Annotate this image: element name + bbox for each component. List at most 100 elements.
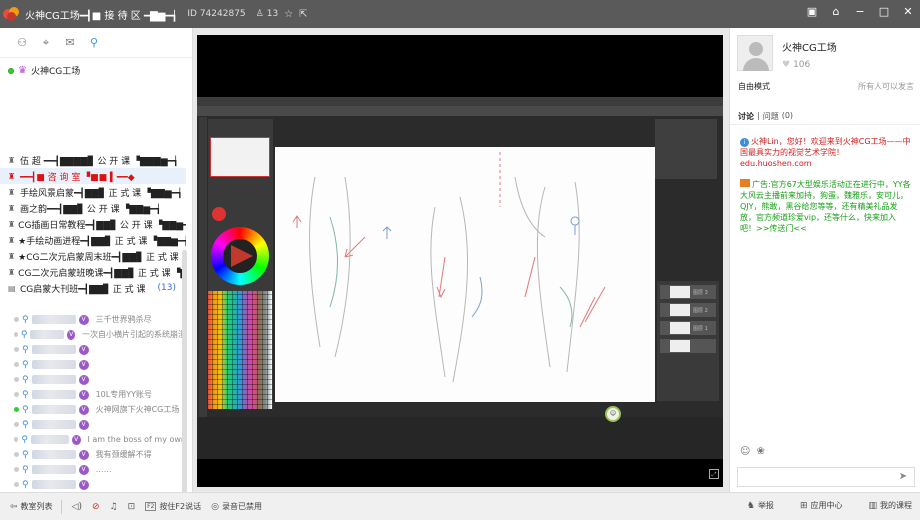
layer-name: 图层 2 bbox=[693, 307, 708, 314]
subchannel-list: ♜ 伍 超 ━━┫▇▇▇▇▊ 公 开 课 ▝▇▇▇▆━┪ ♜ ━━┫■ 咨 询 室 ▝… bbox=[0, 152, 186, 296]
channel-name: 火神CG工场 bbox=[30, 67, 81, 77]
speaker-button[interactable]: ◁) bbox=[72, 502, 82, 512]
subchannel-item[interactable]: ♜ ★手绘动画进程━┫▇▇▊ 正 式 课 ▝▇▇▆━┪ bbox=[0, 232, 186, 248]
subchannel-item[interactable]: ♜ 伍 超 ━━┫▇▇▇▇▊ 公 开 课 ▝▇▇▇▆━┪ bbox=[0, 152, 186, 168]
subchannel-label: ━━┫■ 咨 询 室 ▝■■ ▍━━◆ bbox=[20, 172, 135, 183]
user-item[interactable]: ⚲ V I am the boss of my own bbox=[0, 432, 186, 447]
share-icon[interactable]: ⇱ bbox=[299, 9, 307, 20]
subchannel-item[interactable]: ♜ CG插画日常教程━┫▇▇▊ 公 开 课 ▝▇▇▆━┪ bbox=[0, 216, 186, 232]
recording-icon: ◎ bbox=[211, 501, 219, 512]
tab-discuss[interactable]: 讨论 bbox=[738, 111, 754, 122]
chat-messages: i 火神Lin，您好！欢迎来到火神CG工场——中国最具实力的视觉艺术学院！edu.… bbox=[740, 136, 912, 234]
ps-layers-panel: 图层 3 图层 2 图层 1 bbox=[657, 281, 719, 401]
room-title: 火神CG工场━┫■ 接 待 区 ━▇▆━┪ bbox=[25, 10, 178, 22]
color-wheel-icon bbox=[211, 227, 269, 285]
music-icon: ♫ bbox=[109, 501, 118, 512]
star-icon[interactable]: ☆ bbox=[284, 9, 293, 20]
subchannel-item[interactable]: ▤ CG启蒙大刊班━┫▇▇▊ 正 式 课 (13) bbox=[0, 280, 186, 296]
subchannel-item[interactable]: ♜★CG二次元启蒙周末班━┫▇▇▊ 正 式 课 ▝▇▇▆━┪ bbox=[0, 248, 186, 264]
mode-label[interactable]: 自由模式 bbox=[738, 81, 770, 92]
skin-icon[interactable]: ⌂ bbox=[830, 6, 842, 18]
user-icon: ⚲ bbox=[22, 359, 29, 370]
user-nickname-blurred bbox=[30, 330, 65, 339]
user-item[interactable]: ⚲ V 一次自小横片引起的系统崩溃 bbox=[0, 327, 186, 342]
user-item[interactable]: ⚲ V …… bbox=[0, 462, 186, 477]
subchannel-item[interactable]: ♜ 画之韵━━┫▇▇▊ 公 开 课 ▝▇▇▆━┪ bbox=[0, 200, 186, 216]
report-button[interactable]: ♞ 举报 bbox=[747, 500, 774, 511]
record-button[interactable]: ⊡ bbox=[128, 502, 136, 512]
user-item[interactable]: ⚲V bbox=[0, 342, 186, 357]
status-dot bbox=[14, 452, 19, 457]
ad-icon bbox=[740, 179, 750, 187]
user-icon: ⚲ bbox=[22, 449, 29, 460]
vip-badge-icon: V bbox=[78, 419, 89, 430]
recording-status[interactable]: ◎ 录音已禁用 bbox=[211, 501, 262, 512]
ps-toolbox bbox=[199, 117, 207, 417]
my-courses-button[interactable]: ▥ 我的课程 bbox=[868, 500, 912, 511]
room-icon: ♜ bbox=[8, 235, 16, 245]
subchannel-item[interactable]: ♜ 手绘风景启蒙━┫▇▇▊ 正 式 课 ▝▇▇▆━┪ bbox=[0, 184, 186, 200]
members-icon[interactable]: ⚇ bbox=[15, 36, 29, 49]
search-icon[interactable]: ⚲ bbox=[87, 36, 101, 49]
channel-toolbar: ⚇ ⌖ ✉ ⚲ bbox=[0, 28, 192, 58]
user-item[interactable]: ⚲ V 10L专用YY账号 bbox=[0, 387, 186, 402]
question-count: (0) bbox=[781, 111, 794, 120]
fullscreen-icon[interactable]: ⤢ bbox=[709, 469, 719, 479]
user-signature: 火神网旗下火神CG工场 bbox=[95, 405, 180, 414]
likes-count[interactable]: ♥ 106 bbox=[782, 60, 810, 70]
music-button[interactable]: ♫ bbox=[110, 502, 118, 512]
user-signature: 我有颈缓解不得 bbox=[95, 450, 152, 459]
message-icon[interactable]: ✉ bbox=[63, 36, 77, 49]
layer-name: 图层 1 bbox=[693, 325, 708, 332]
minimize-button[interactable]: − bbox=[854, 6, 866, 18]
presenter-badge-icon[interactable]: ☺ bbox=[605, 406, 621, 422]
ps-foreground-swatch bbox=[212, 207, 226, 221]
ps-menubar bbox=[197, 97, 723, 106]
flower-icon[interactable]: ❀ bbox=[756, 446, 764, 457]
user-item[interactable]: ⚲V bbox=[0, 357, 186, 372]
user-item[interactable]: ⚲V bbox=[0, 372, 186, 387]
send-icon[interactable]: ➤ bbox=[895, 469, 911, 485]
video-stage[interactable]: 图层 3 图层 2 图层 1 ☺ ⤢ bbox=[197, 35, 723, 487]
vip-badge-icon: V bbox=[78, 479, 89, 490]
folder-icon: ▤ bbox=[8, 283, 16, 293]
ps-bottom-area bbox=[197, 417, 723, 459]
bottom-bar: ⇦ 教室列表 ◁) ⊘ ♫ ⊡ F2 按住F2说话 ◎ 录音已禁用 ♞ 举报 ⊞ 应用中心… bbox=[0, 492, 920, 520]
channel-root-item[interactable]: ♛ 火神CG工场 bbox=[8, 64, 192, 77]
press-f2-button[interactable]: F2 按住F2说话 bbox=[145, 501, 201, 512]
ad-message: 广告:官方67大型娱乐活动正在进行中，YY各大风云主播前来加持，狗蛋，魏雅乐，安… bbox=[740, 179, 911, 233]
maximize-button[interactable]: □ bbox=[878, 6, 890, 18]
layer-name: 图层 3 bbox=[693, 289, 708, 296]
room-icon: ♜ bbox=[8, 155, 16, 165]
user-item[interactable]: ⚲V bbox=[0, 417, 186, 432]
emoji-icon[interactable]: ☺ bbox=[740, 446, 750, 457]
subchannel-item[interactable]: ♜ ━━┫■ 咨 询 室 ▝■■ ▍━━◆ bbox=[0, 168, 186, 184]
classroom-list-button[interactable]: ⇦ 教室列表 bbox=[10, 501, 53, 512]
tab-question[interactable]: 问题 bbox=[763, 111, 779, 122]
host-avatar[interactable] bbox=[737, 35, 773, 71]
user-signature: 三千世界鸦杀尽 bbox=[95, 315, 152, 324]
user-nickname-blurred bbox=[31, 405, 76, 414]
leg-sketch-drawing bbox=[292, 152, 606, 383]
subchannel-item[interactable]: ♜CG二次元启蒙班晚课━┫▇▇▊ 正 式 课 ▝▇▇▆━┪ bbox=[0, 264, 186, 280]
user-item[interactable]: ⚲ V 我有颈缓解不得 bbox=[0, 447, 186, 462]
status-dot bbox=[14, 467, 19, 472]
status-dot bbox=[14, 482, 19, 487]
user-list-scrollbar[interactable] bbox=[182, 250, 187, 505]
chat-input[interactable] bbox=[737, 467, 915, 487]
user-item[interactable]: ⚲ V 火神网旗下火神CG工场 bbox=[0, 402, 186, 417]
location-icon[interactable]: ⌖ bbox=[39, 36, 53, 50]
mic-button[interactable]: ⊘ bbox=[92, 502, 100, 512]
user-item[interactable]: ⚲V bbox=[0, 477, 186, 492]
vip-badge-icon: V bbox=[78, 314, 89, 325]
notes-icon[interactable]: ▣ bbox=[806, 6, 818, 18]
status-dot bbox=[14, 377, 19, 382]
chat-panel: 火神CG工场 ♥ 106 自由模式 所有人可以发言 讨论 | 问题 (0) i 火神… bbox=[729, 28, 920, 492]
app-center-button[interactable]: ⊞ 应用中心 bbox=[800, 500, 843, 511]
user-nickname-blurred bbox=[31, 315, 76, 324]
channel-root: ♛ 火神CG工场 bbox=[0, 58, 192, 144]
mic-icon: ⊘ bbox=[91, 501, 100, 512]
speaker-icon: ◁) bbox=[71, 501, 82, 512]
close-button[interactable]: ✕ bbox=[902, 6, 914, 18]
user-item[interactable]: ⚲ V 三千世界鸦杀尽 bbox=[0, 312, 186, 327]
